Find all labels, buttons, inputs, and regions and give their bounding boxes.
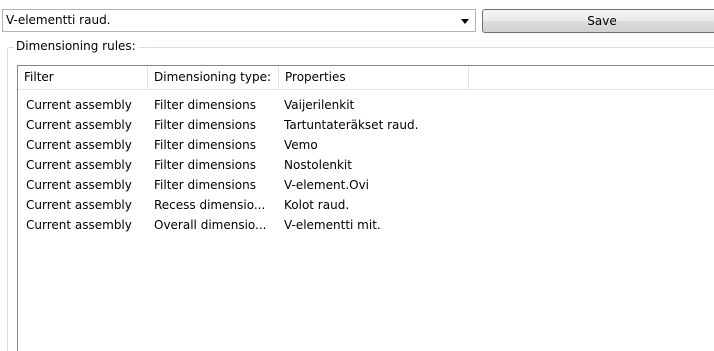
dimensioning-type-cell: Filter dimensions [154, 178, 256, 192]
save-button[interactable]: Save [482, 9, 714, 33]
dimensioning-rules-panel: V-elementti raud. Save Dimensioning rule… [0, 0, 714, 351]
column-header-properties[interactable]: Properties [279, 66, 469, 89]
table-row[interactable]: Current assembly Filter dimensions Nosto… [18, 155, 714, 175]
properties-cell: Tartuntateräkset raud. [284, 118, 419, 132]
dimensioning-type-cell: Filter dimensions [154, 138, 256, 152]
list-header: Filter Dimensioning type: Properties [18, 66, 714, 90]
dimensioning-type-cell: Filter dimensions [154, 98, 256, 112]
column-header-dimensioning-type[interactable]: Dimensioning type: [148, 66, 279, 89]
chevron-down-icon[interactable] [461, 19, 469, 24]
dimensioning-rules-title: Dimensioning rules: [14, 39, 139, 53]
table-row[interactable]: Current assembly Recess dimensio... Kolo… [18, 195, 714, 215]
filter-cell: Current assembly [26, 158, 132, 172]
filter-cell: Current assembly [26, 138, 132, 152]
table-row[interactable]: Current assembly Filter dimensions V-ele… [18, 175, 714, 195]
filter-cell: Current assembly [26, 178, 132, 192]
dimensioning-type-cell: Recess dimensio... [154, 198, 266, 212]
column-header-label: Properties [285, 70, 346, 84]
properties-cell: Vemo [284, 138, 318, 152]
rule-set-dropdown-value: V-elementti raud. [6, 13, 111, 27]
dimensioning-type-cell: Overall dimensio... [154, 218, 267, 232]
column-header-filter[interactable]: Filter [18, 66, 148, 89]
properties-cell: Vaijerilenkit [284, 98, 355, 112]
filter-cell: Current assembly [26, 198, 132, 212]
table-row[interactable]: Current assembly Overall dimensio... V-e… [18, 215, 714, 235]
dimensioning-type-cell: Filter dimensions [154, 118, 256, 132]
list-rows: Current assembly Filter dimensions Vaije… [18, 95, 714, 235]
rule-set-dropdown[interactable]: V-elementti raud. [2, 9, 476, 32]
column-header-label: Dimensioning type: [154, 70, 272, 84]
filter-cell: Current assembly [26, 98, 132, 112]
dimensioning-type-cell: Filter dimensions [154, 158, 256, 172]
dimensioning-rules-list[interactable]: Filter Dimensioning type: Properties Cur… [17, 65, 714, 351]
properties-cell: Nostolenkit [284, 158, 352, 172]
properties-cell: V-element.Ovi [284, 178, 370, 192]
table-row[interactable]: Current assembly Filter dimensions Tartu… [18, 115, 714, 135]
properties-cell: V-elementti mit. [284, 218, 381, 232]
filter-cell: Current assembly [26, 218, 132, 232]
filter-cell: Current assembly [26, 118, 132, 132]
column-header-label: Filter [24, 70, 54, 84]
properties-cell: Kolot raud. [284, 198, 350, 212]
table-row[interactable]: Current assembly Filter dimensions Vaije… [18, 95, 714, 115]
table-row[interactable]: Current assembly Filter dimensions Vemo [18, 135, 714, 155]
